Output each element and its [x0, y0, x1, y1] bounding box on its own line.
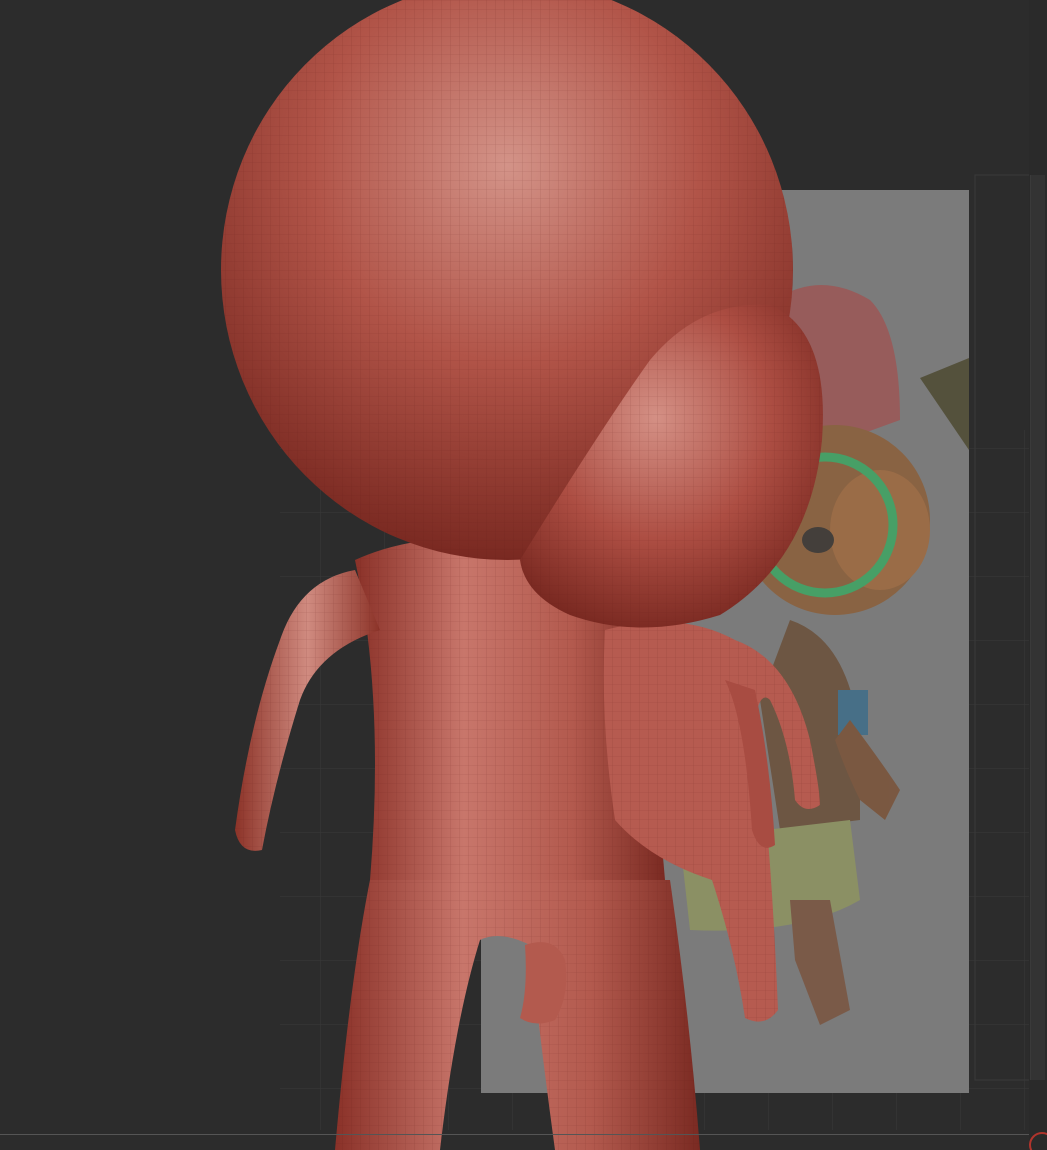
scene-canvas[interactable]	[0, 0, 1047, 1150]
viewport-bottom-divider	[0, 1134, 1029, 1135]
vertical-scrollbar[interactable]	[1029, 0, 1047, 1150]
scrollbar-thumb[interactable]	[1030, 175, 1045, 1080]
3d-viewport[interactable]	[0, 0, 1047, 1150]
